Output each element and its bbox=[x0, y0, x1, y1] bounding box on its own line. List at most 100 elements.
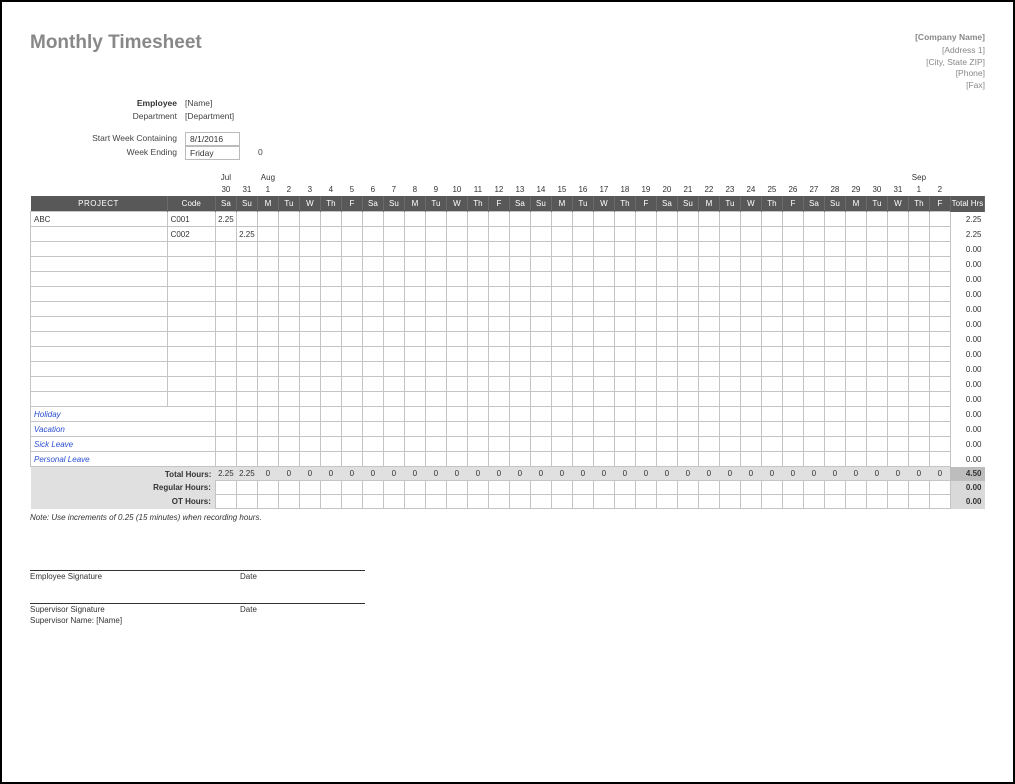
hours-cell[interactable] bbox=[320, 407, 341, 422]
hours-cell[interactable] bbox=[908, 272, 929, 287]
hours-cell[interactable] bbox=[488, 362, 509, 377]
hours-cell[interactable] bbox=[908, 257, 929, 272]
hours-cell[interactable] bbox=[299, 377, 320, 392]
hours-cell[interactable] bbox=[572, 437, 593, 452]
hours-cell[interactable] bbox=[719, 317, 740, 332]
project-cell[interactable] bbox=[31, 332, 168, 347]
totals-day-cell[interactable] bbox=[761, 495, 782, 509]
hours-cell[interactable] bbox=[740, 452, 761, 467]
hours-cell[interactable] bbox=[299, 302, 320, 317]
hours-cell[interactable] bbox=[824, 392, 845, 407]
totals-day-cell[interactable] bbox=[593, 495, 614, 509]
hours-cell[interactable] bbox=[320, 272, 341, 287]
totals-day-cell[interactable] bbox=[803, 495, 824, 509]
hours-cell[interactable] bbox=[572, 392, 593, 407]
hours-cell[interactable] bbox=[677, 332, 698, 347]
hours-cell[interactable] bbox=[257, 347, 278, 362]
hours-cell[interactable] bbox=[488, 257, 509, 272]
hours-cell[interactable] bbox=[824, 362, 845, 377]
hours-cell[interactable] bbox=[908, 362, 929, 377]
hours-cell[interactable] bbox=[593, 302, 614, 317]
hours-cell[interactable] bbox=[257, 317, 278, 332]
hours-cell[interactable] bbox=[341, 287, 362, 302]
hours-cell[interactable] bbox=[530, 377, 551, 392]
hours-cell[interactable] bbox=[698, 392, 719, 407]
hours-cell[interactable] bbox=[614, 227, 635, 242]
hours-cell[interactable] bbox=[404, 347, 425, 362]
hours-cell[interactable] bbox=[509, 272, 530, 287]
hours-cell[interactable] bbox=[740, 317, 761, 332]
totals-day-cell[interactable] bbox=[551, 495, 572, 509]
totals-day-cell[interactable] bbox=[635, 481, 656, 495]
hours-cell[interactable] bbox=[299, 317, 320, 332]
hours-cell[interactable] bbox=[887, 377, 908, 392]
hours-cell[interactable] bbox=[782, 317, 803, 332]
hours-cell[interactable] bbox=[425, 272, 446, 287]
hours-cell[interactable] bbox=[782, 212, 803, 227]
hours-cell[interactable] bbox=[425, 257, 446, 272]
hours-cell[interactable] bbox=[488, 347, 509, 362]
hours-cell[interactable] bbox=[215, 377, 236, 392]
hours-cell[interactable] bbox=[530, 257, 551, 272]
hours-cell[interactable] bbox=[761, 227, 782, 242]
hours-cell[interactable] bbox=[698, 257, 719, 272]
totals-day-cell[interactable] bbox=[425, 481, 446, 495]
totals-day-cell[interactable] bbox=[257, 495, 278, 509]
hours-cell[interactable] bbox=[278, 377, 299, 392]
hours-cell[interactable] bbox=[362, 212, 383, 227]
hours-cell[interactable] bbox=[887, 437, 908, 452]
hours-cell[interactable] bbox=[509, 422, 530, 437]
hours-cell[interactable] bbox=[572, 287, 593, 302]
hours-cell[interactable] bbox=[425, 212, 446, 227]
hours-cell[interactable] bbox=[530, 287, 551, 302]
hours-cell[interactable] bbox=[824, 422, 845, 437]
hours-cell[interactable] bbox=[236, 287, 257, 302]
hours-cell[interactable] bbox=[782, 437, 803, 452]
hours-cell[interactable] bbox=[614, 212, 635, 227]
hours-cell[interactable] bbox=[404, 362, 425, 377]
hours-cell[interactable] bbox=[719, 362, 740, 377]
hours-cell[interactable] bbox=[278, 287, 299, 302]
hours-cell[interactable] bbox=[824, 302, 845, 317]
hours-cell[interactable] bbox=[446, 272, 467, 287]
hours-cell[interactable] bbox=[530, 437, 551, 452]
hours-cell[interactable] bbox=[362, 452, 383, 467]
hours-cell[interactable] bbox=[719, 437, 740, 452]
hours-cell[interactable] bbox=[488, 377, 509, 392]
hours-cell[interactable] bbox=[404, 317, 425, 332]
hours-cell[interactable] bbox=[509, 332, 530, 347]
hours-cell[interactable] bbox=[908, 287, 929, 302]
hours-cell[interactable] bbox=[614, 332, 635, 347]
totals-day-cell[interactable] bbox=[740, 481, 761, 495]
hours-cell[interactable] bbox=[698, 452, 719, 467]
hours-cell[interactable] bbox=[320, 422, 341, 437]
hours-cell[interactable] bbox=[425, 227, 446, 242]
hours-cell[interactable] bbox=[929, 272, 950, 287]
totals-day-cell[interactable] bbox=[929, 481, 950, 495]
hours-cell[interactable] bbox=[593, 212, 614, 227]
hours-cell[interactable] bbox=[656, 272, 677, 287]
hours-cell[interactable] bbox=[299, 227, 320, 242]
hours-cell[interactable] bbox=[866, 287, 887, 302]
hours-cell[interactable] bbox=[761, 302, 782, 317]
hours-cell[interactable] bbox=[320, 242, 341, 257]
hours-cell[interactable] bbox=[467, 257, 488, 272]
hours-cell[interactable] bbox=[446, 257, 467, 272]
hours-cell[interactable] bbox=[803, 302, 824, 317]
hours-cell[interactable] bbox=[845, 302, 866, 317]
hours-cell[interactable] bbox=[782, 377, 803, 392]
hours-cell[interactable] bbox=[677, 392, 698, 407]
hours-cell[interactable] bbox=[446, 212, 467, 227]
hours-cell[interactable] bbox=[572, 227, 593, 242]
hours-cell[interactable] bbox=[635, 452, 656, 467]
hours-cell[interactable] bbox=[236, 317, 257, 332]
hours-cell[interactable] bbox=[593, 437, 614, 452]
hours-cell[interactable] bbox=[257, 257, 278, 272]
hours-cell[interactable] bbox=[782, 227, 803, 242]
hours-cell[interactable] bbox=[929, 302, 950, 317]
hours-cell[interactable] bbox=[488, 302, 509, 317]
hours-cell[interactable] bbox=[866, 257, 887, 272]
hours-cell[interactable] bbox=[698, 242, 719, 257]
hours-cell[interactable] bbox=[908, 212, 929, 227]
hours-cell[interactable] bbox=[656, 422, 677, 437]
